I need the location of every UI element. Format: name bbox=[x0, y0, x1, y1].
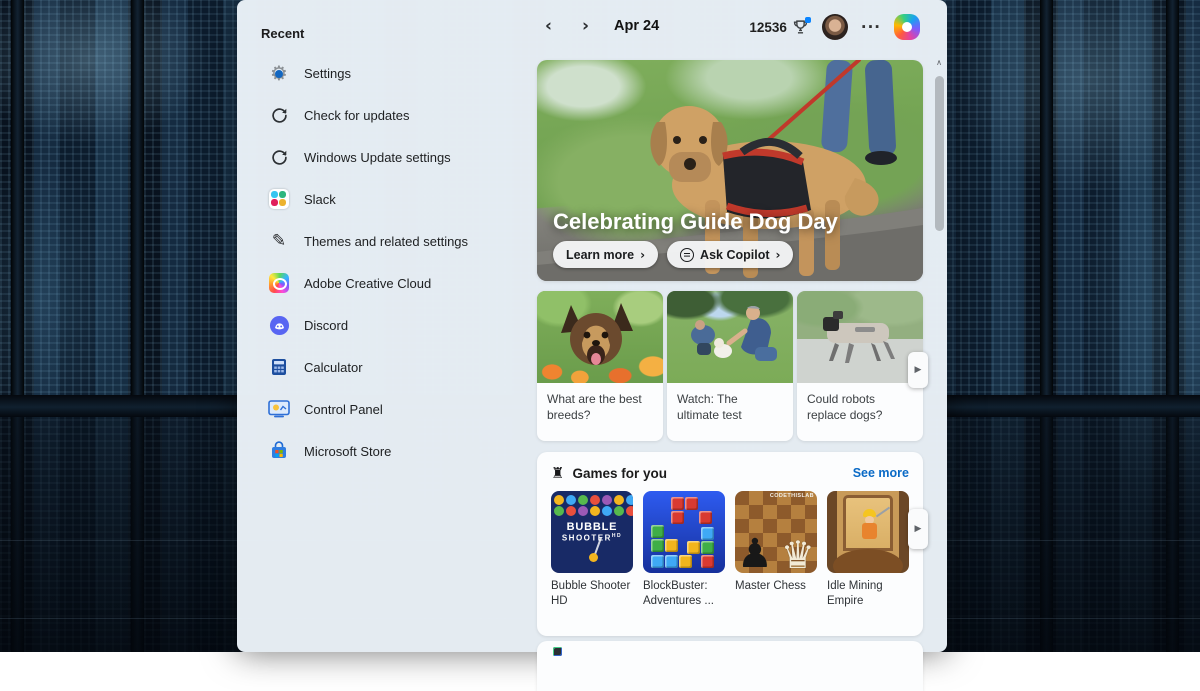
black-chess-piece: ♟ bbox=[737, 531, 773, 573]
sidebar-item-microsoft-store[interactable]: Microsoft Store bbox=[268, 430, 525, 472]
scrollbar-thumb[interactable] bbox=[935, 76, 944, 231]
sidebar-item-label: Windows Update settings bbox=[304, 150, 451, 165]
sync-icon bbox=[268, 146, 290, 168]
robot-dog-image bbox=[797, 291, 923, 383]
ask-copilot-button[interactable]: Ask Copilot› bbox=[667, 241, 793, 268]
sidebar-item-discord[interactable]: Discord bbox=[268, 304, 525, 346]
story-card-watch[interactable]: Watch: The ultimate test bbox=[667, 291, 793, 441]
next-widget-card-partial bbox=[537, 641, 923, 691]
microsoft-store-icon bbox=[268, 440, 290, 462]
sidebar-item-themes[interactable]: ✎ Themes and related settings bbox=[268, 220, 525, 262]
hero-title: Celebrating Guide Dog Day bbox=[553, 209, 838, 235]
rewards-points-value: 12536 bbox=[749, 20, 787, 35]
bubble-shooter-tile-art: BUBBLE SHOOTERHD bbox=[551, 491, 633, 573]
chess-rook-icon: ♜ bbox=[551, 464, 564, 482]
game-bubble-shooter[interactable]: BUBBLE SHOOTERHD Bubble Shooter HD bbox=[551, 491, 633, 609]
calculator-icon bbox=[268, 356, 290, 378]
settings-gear-icon: ⚙ bbox=[268, 62, 290, 84]
white-chess-piece: ♛ bbox=[781, 533, 815, 573]
story-caption: What are the best breeds? bbox=[537, 383, 663, 423]
scrollbar-up-arrow[interactable]: ∧ bbox=[933, 58, 945, 68]
story-card-breeds[interactable]: What are the best breeds? bbox=[537, 291, 663, 441]
games-title: Games for you bbox=[572, 466, 667, 481]
widgets-panel: Recent ⚙ Settings Check for updates Wind… bbox=[237, 0, 947, 652]
topbar-right-cluster: 12536 ··· bbox=[749, 14, 920, 40]
stories-next-arrow-button[interactable]: ▶ bbox=[908, 352, 928, 388]
sidebar-item-label: Adobe Creative Cloud bbox=[304, 276, 431, 291]
sidebar-item-label: Slack bbox=[304, 192, 336, 207]
game-label: BlockBuster: Adventures ... bbox=[643, 579, 725, 609]
games-header: ♜ Games for you See more bbox=[551, 464, 909, 482]
play-icon: ▶ bbox=[915, 365, 922, 375]
story-card-robots[interactable]: Could robots replace dogs? bbox=[797, 291, 923, 441]
story-caption: Could robots replace dogs? bbox=[797, 383, 923, 423]
sidebar-item-settings[interactable]: ⚙ Settings bbox=[268, 52, 525, 94]
control-panel-icon bbox=[268, 398, 290, 420]
sidebar-item-label: Check for updates bbox=[304, 108, 410, 123]
see-more-link[interactable]: See more bbox=[853, 466, 909, 480]
forward-button[interactable]: › bbox=[582, 16, 589, 36]
pen-icon: ✎ bbox=[268, 230, 290, 252]
game-label: Bubble Shooter HD bbox=[551, 579, 633, 609]
idle-mining-tile-art bbox=[827, 491, 909, 573]
sidebar-item-calculator[interactable]: Calculator bbox=[268, 346, 525, 388]
hero-buttons: Learn more› Ask Copilot› bbox=[553, 241, 793, 268]
chat-bubble-icon bbox=[680, 248, 694, 262]
sidebar-item-check-updates[interactable]: Check for updates bbox=[268, 94, 525, 136]
game-master-chess[interactable]: CODETHISLAB ♟ ♛ Master Chess bbox=[735, 491, 817, 609]
back-button[interactable]: ‹ bbox=[545, 16, 552, 36]
discord-icon bbox=[268, 314, 290, 336]
recent-list: ⚙ Settings Check for updates Windows Upd… bbox=[268, 52, 525, 472]
date-label: Apr 24 bbox=[614, 18, 659, 34]
rewards-points-button[interactable]: 12536 bbox=[749, 19, 809, 36]
recent-title: Recent bbox=[261, 26, 304, 41]
chevron-right-icon: › bbox=[776, 248, 781, 262]
game-label: Master Chess bbox=[735, 579, 817, 594]
rewards-trophy-icon bbox=[792, 19, 809, 36]
widgets-feed: ‹ › Apr 24 12536 ··· bbox=[533, 0, 947, 652]
sidebar-item-label: Calculator bbox=[304, 360, 363, 375]
hero-story-card[interactable]: Celebrating Guide Dog Day Learn more› As… bbox=[537, 60, 923, 281]
adobe-cc-icon bbox=[268, 272, 290, 294]
sidebar-item-label: Settings bbox=[304, 66, 351, 81]
stories-row: What are the best breeds? bbox=[537, 291, 923, 441]
games-next-arrow-button[interactable]: ▶ bbox=[908, 509, 928, 549]
games-tiles-row: BUBBLE SHOOTERHD Bubble Shooter HD bbox=[551, 491, 909, 609]
more-menu-button[interactable]: ··· bbox=[861, 18, 881, 36]
feed-scrollbar[interactable]: ∧ bbox=[933, 58, 945, 650]
sidebar-item-label: Microsoft Store bbox=[304, 444, 391, 459]
sidebar-item-label: Themes and related settings bbox=[304, 234, 468, 249]
feed-topbar: ‹ › Apr 24 12536 ··· bbox=[533, 0, 947, 56]
blockbuster-tile-art bbox=[643, 491, 725, 573]
sidebar-item-label: Discord bbox=[304, 318, 348, 333]
slack-icon bbox=[268, 188, 290, 210]
copilot-logo-button[interactable] bbox=[894, 14, 920, 40]
story-caption: Watch: The ultimate test bbox=[667, 383, 793, 423]
user-avatar[interactable] bbox=[822, 14, 848, 40]
sidebar-item-slack[interactable]: Slack bbox=[268, 178, 525, 220]
sync-icon bbox=[268, 104, 290, 126]
chevron-right-icon: › bbox=[640, 248, 645, 262]
game-blockbuster[interactable]: BlockBuster: Adventures ... bbox=[643, 491, 725, 609]
sidebar-item-adobe-cc[interactable]: Adobe Creative Cloud bbox=[268, 262, 525, 304]
game-label: Idle Mining Empire bbox=[827, 579, 909, 609]
games-for-you-card: ♜ Games for you See more BUBBLE SHOOTERH… bbox=[537, 452, 923, 636]
sidebar-item-windows-update[interactable]: Windows Update settings bbox=[268, 136, 525, 178]
game-idle-mining[interactable]: Idle Mining Empire bbox=[827, 491, 909, 609]
park-image bbox=[667, 291, 793, 383]
play-icon: ▶ bbox=[915, 524, 922, 534]
learn-more-button[interactable]: Learn more› bbox=[553, 241, 658, 268]
master-chess-tile-art: CODETHISLAB ♟ ♛ bbox=[735, 491, 817, 573]
feed-scroll-area: Celebrating Guide Dog Day Learn more› As… bbox=[537, 56, 923, 652]
sidebar-item-label: Control Panel bbox=[304, 402, 383, 417]
puppy-image bbox=[537, 291, 663, 383]
sidebar-item-control-panel[interactable]: Control Panel bbox=[268, 388, 525, 430]
recent-sidebar: Recent ⚙ Settings Check for updates Wind… bbox=[237, 0, 533, 652]
